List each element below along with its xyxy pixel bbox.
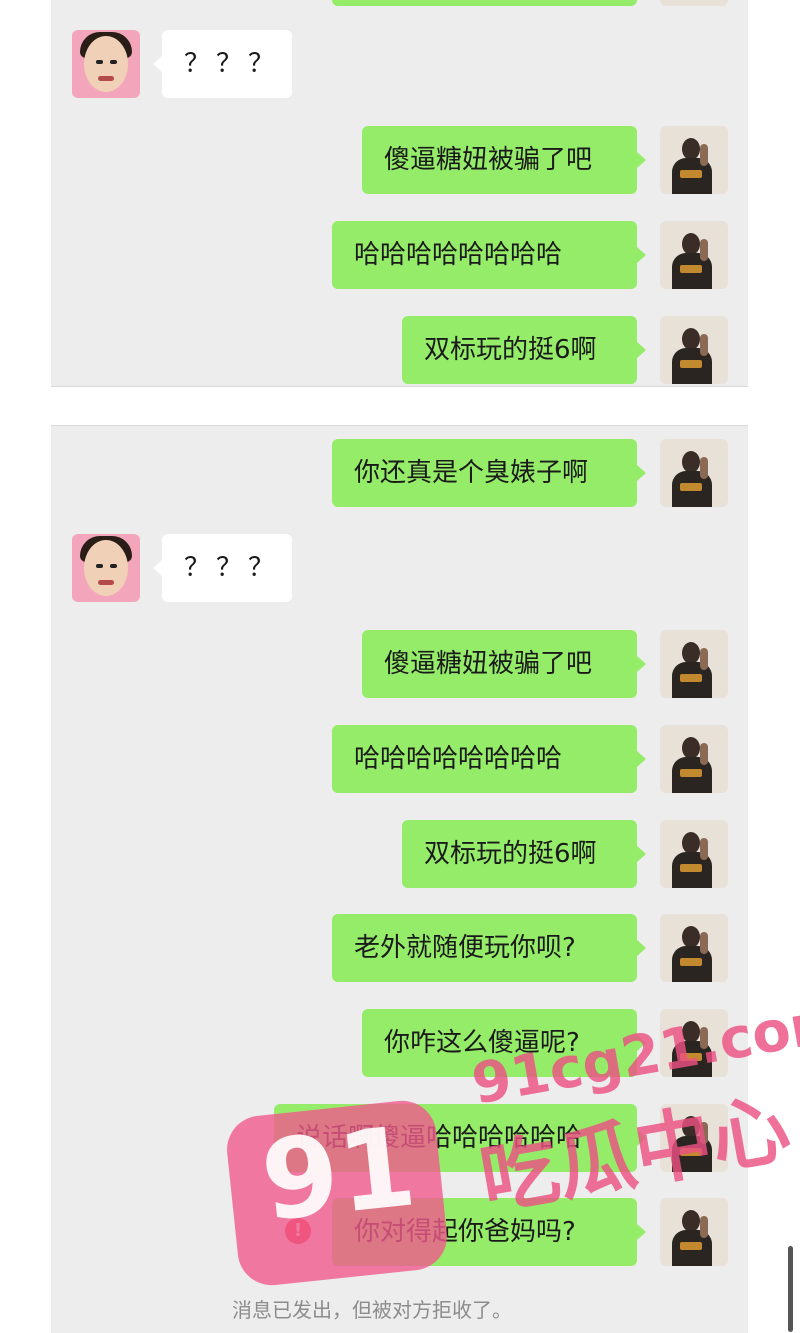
bubble-tail (153, 560, 162, 576)
avatar-shirt (680, 769, 702, 777)
bubble-tail (153, 56, 162, 72)
avatar-shirt (680, 360, 702, 368)
outgoing-message-bubble[interactable]: 老外就随便玩你呗? (332, 914, 646, 982)
avatar-eye (96, 564, 103, 568)
avatar-arm (700, 1216, 708, 1238)
message-text: ？？？ (184, 553, 281, 583)
avatar-shirt (680, 1242, 702, 1250)
avatar-head (682, 737, 700, 759)
outgoing-message-bubble[interactable]: 傻逼糖妞被骗了吧 (362, 630, 646, 698)
system-message-rejected: 消息已发出，但被对方拒收了。 (232, 1298, 512, 1322)
avatar-head (682, 138, 700, 160)
avatar-arm (700, 457, 708, 479)
avatar-shirt (680, 864, 702, 872)
outgoing-message-bubble[interactable]: 傻逼糖妞被骗了吧 (362, 126, 646, 194)
avatar-head (682, 1021, 700, 1043)
avatar-mouth (98, 580, 114, 585)
self-avatar[interactable] (660, 725, 728, 793)
outgoing-message-bubble[interactable]: 你对得起你爸妈吗? (332, 1198, 646, 1266)
outgoing-message-bubble[interactable]: 你还真是个臭婊子啊 (332, 439, 646, 507)
bubble-tail (637, 342, 646, 358)
avatar-eye (110, 564, 117, 568)
bubble-tail (637, 152, 646, 168)
avatar-shirt (680, 674, 702, 682)
bubble-tail (637, 1224, 646, 1240)
avatar-arm (700, 144, 708, 166)
avatar-arm (700, 932, 708, 954)
message-text: 双标玩的挺6啊 (424, 839, 597, 869)
bubble-tail (637, 1035, 646, 1051)
avatar-head (682, 642, 700, 664)
avatar-arm (700, 1122, 708, 1144)
outgoing-message-bubble[interactable]: 哈哈哈哈哈哈哈哈 (332, 221, 646, 289)
avatar-eye (96, 60, 103, 64)
outgoing-message-bubble[interactable]: 双标玩的挺6啊 (402, 820, 646, 888)
self-avatar[interactable] (660, 820, 728, 888)
message-text: 你咋这么傻逼呢? (384, 1028, 580, 1058)
message-text: ？？？ (184, 49, 281, 79)
self-avatar[interactable] (660, 126, 728, 194)
scrollbar[interactable] (788, 1246, 793, 1332)
bubble-tail (637, 1130, 646, 1146)
avatar-face (84, 36, 128, 92)
bubble-tail (637, 247, 646, 263)
message-rejected-icon[interactable]: ! (285, 1218, 311, 1244)
self-avatar[interactable] (660, 1198, 728, 1266)
message-text: 说话啊傻逼哈哈哈哈哈哈 (296, 1123, 583, 1153)
self-avatar[interactable] (660, 0, 728, 6)
contact-avatar[interactable] (72, 534, 140, 602)
incoming-message-bubble[interactable]: ？？？ (153, 534, 292, 602)
bubble-tail (637, 656, 646, 672)
avatar-shirt (680, 1053, 702, 1061)
bubble-tail (637, 940, 646, 956)
self-avatar[interactable] (660, 1009, 728, 1077)
self-avatar[interactable] (660, 630, 728, 698)
avatar-arm (700, 334, 708, 356)
outgoing-message-bubble[interactable]: 说话啊傻逼哈哈哈哈哈哈 (274, 1104, 646, 1172)
self-avatar[interactable] (660, 439, 728, 507)
avatar-shirt (680, 483, 702, 491)
bubble-tail (637, 846, 646, 862)
avatar-shirt (680, 170, 702, 178)
avatar-arm (700, 743, 708, 765)
message-text: 你对得起你爸妈吗? (354, 1217, 576, 1247)
outgoing-message-bubble[interactable]: 你咋这么傻逼呢? (362, 1009, 646, 1077)
incoming-message-bubble[interactable]: ？？？ (153, 30, 292, 98)
self-avatar[interactable] (660, 1104, 728, 1172)
bubble-tail (637, 751, 646, 767)
avatar-shirt (680, 265, 702, 273)
avatar-head (682, 451, 700, 473)
avatar-arm (700, 838, 708, 860)
avatar-arm (700, 648, 708, 670)
avatar-shirt (680, 1148, 702, 1156)
avatar-arm (700, 239, 708, 261)
avatar-arm (700, 1027, 708, 1049)
message-text: 傻逼糖妞被骗了吧 (384, 649, 593, 679)
outgoing-message-bubble[interactable]: 双标玩的挺6啊 (402, 316, 646, 384)
avatar-shirt (680, 958, 702, 966)
avatar-head (682, 832, 700, 854)
message-text: 老外就随便玩你呗? (354, 933, 576, 963)
message-text: 哈哈哈哈哈哈哈哈 (354, 744, 563, 774)
outgoing-message-bubble[interactable]: 哈哈哈哈哈哈哈哈 (332, 725, 646, 793)
avatar-head (682, 233, 700, 255)
self-avatar[interactable] (660, 316, 728, 384)
avatar-eye (110, 60, 117, 64)
message-text: 哈哈哈哈哈哈哈哈 (354, 240, 563, 270)
avatar-head (682, 1116, 700, 1138)
avatar-head (682, 926, 700, 948)
avatar-face (84, 540, 128, 596)
bubble-tail (637, 465, 646, 481)
avatar-mouth (98, 76, 114, 81)
avatar-head (682, 328, 700, 350)
self-avatar[interactable] (660, 221, 728, 289)
self-avatar[interactable] (660, 914, 728, 982)
message-text: 双标玩的挺6啊 (424, 335, 597, 365)
message-text: 傻逼糖妞被骗了吧 (384, 145, 593, 175)
message-text: 你还真是个臭婊子啊 (354, 458, 589, 488)
avatar-head (682, 1210, 700, 1232)
chat-bubble-cropped (332, 0, 637, 6)
contact-avatar[interactable] (72, 30, 140, 98)
